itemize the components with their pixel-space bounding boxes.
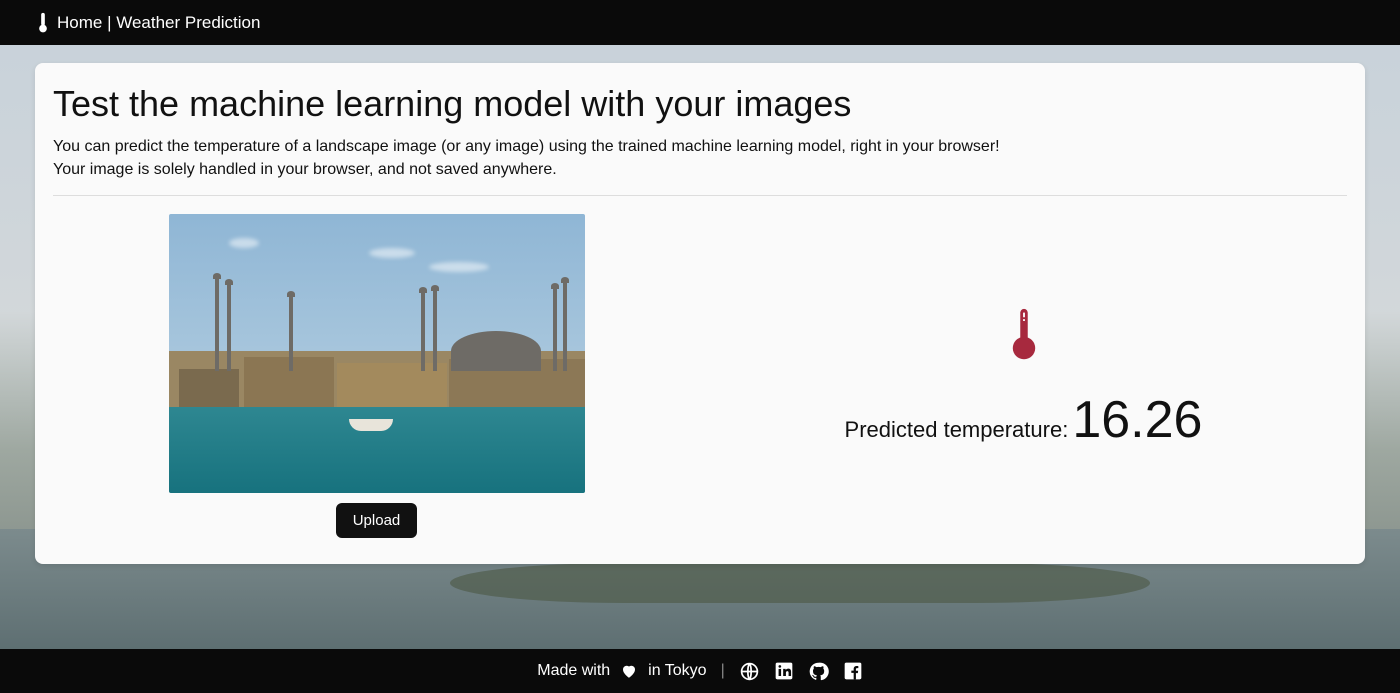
footer-separator: | — [717, 662, 729, 680]
globe-icon — [739, 661, 760, 682]
prediction-readout: Predicted temperature: 16.26 — [845, 394, 1203, 446]
prediction-label: Predicted temperature: — [845, 417, 1069, 443]
page-heading: Test the machine learning model with you… — [53, 83, 1347, 125]
image-preview — [169, 214, 585, 493]
header-bar: Home | Weather Prediction — [0, 0, 1400, 45]
description-line-2: Your image is solely handled in your bro… — [53, 158, 1347, 181]
upload-column: Upload — [53, 214, 700, 538]
upload-button[interactable]: Upload — [336, 503, 418, 538]
website-link[interactable] — [739, 661, 760, 682]
description-line-1: You can predict the temperature of a lan… — [53, 135, 1347, 158]
linkedin-link[interactable] — [774, 661, 794, 681]
heart-icon — [620, 662, 638, 680]
divider — [53, 195, 1347, 196]
prediction-column: Predicted temperature: 16.26 — [700, 214, 1347, 538]
home-link[interactable]: Home | Weather Prediction — [57, 13, 260, 33]
footer-made-with-prefix: Made with — [537, 662, 610, 680]
facebook-icon — [843, 661, 863, 681]
thermometer-icon — [1009, 307, 1039, 368]
header-title: Home | Weather Prediction — [57, 13, 260, 32]
footer-bar: Made with in Tokyo | — [0, 649, 1400, 693]
github-icon — [808, 661, 829, 682]
main-card: Test the machine learning model with you… — [35, 63, 1365, 564]
linkedin-icon — [774, 661, 794, 681]
github-link[interactable] — [808, 661, 829, 682]
thermometer-icon — [36, 12, 49, 34]
prediction-value: 16.26 — [1072, 394, 1202, 446]
facebook-link[interactable] — [843, 661, 863, 681]
footer-made-with-suffix: in Tokyo — [648, 662, 706, 680]
